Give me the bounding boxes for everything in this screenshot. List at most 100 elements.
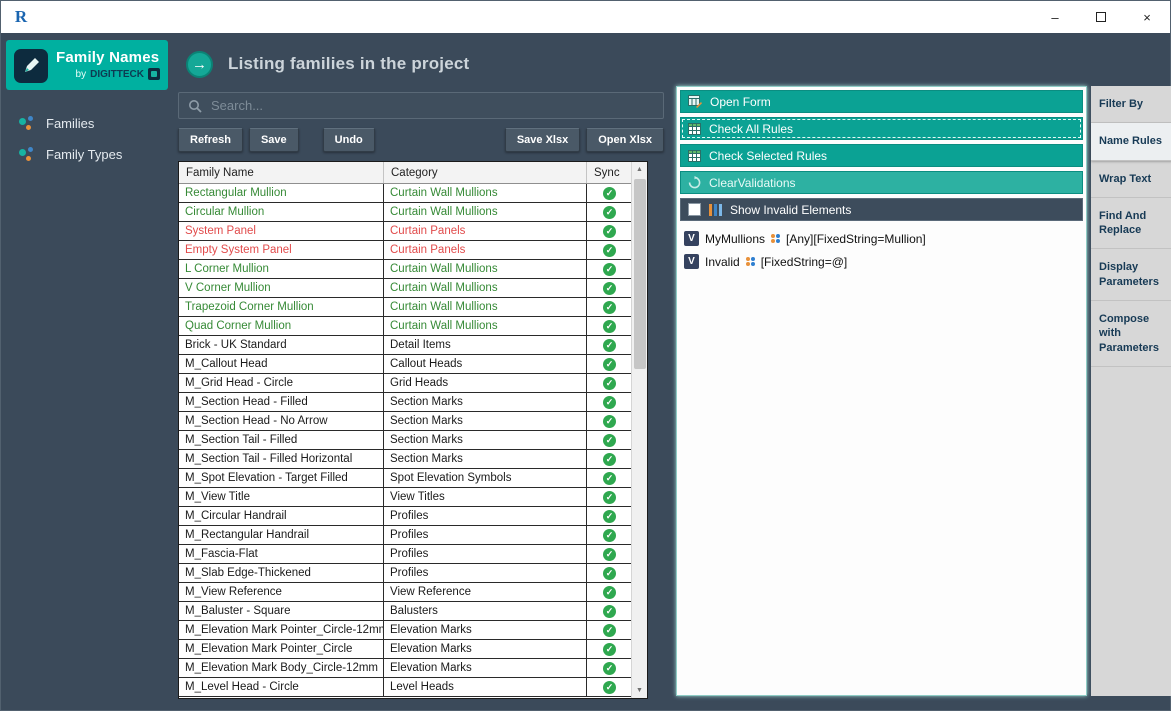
table-row[interactable]: L Corner MullionCurtain Wall Mullions✓ (179, 260, 632, 279)
rule-item[interactable]: VMyMullions[Any][FixedString=Mullion] (680, 227, 1083, 250)
tab-display-parameters[interactable]: Display Parameters (1091, 249, 1171, 301)
sync-cell: ✓ (587, 241, 632, 259)
maximize-button[interactable] (1078, 1, 1124, 33)
show-invalid-checkbox[interactable] (688, 203, 701, 216)
family-name-cell[interactable]: M_Slab Edge-Thickened (179, 564, 384, 582)
rule-item[interactable]: VInvalid[FixedString=@] (680, 250, 1083, 273)
refresh-button[interactable]: Refresh (178, 128, 243, 152)
family-name-cell[interactable]: M_Baluster - Square (179, 602, 384, 620)
table-row[interactable]: Trapezoid Corner MullionCurtain Wall Mul… (179, 298, 632, 317)
tab-name-rules[interactable]: Name Rules (1091, 123, 1171, 160)
search-input[interactable] (211, 98, 654, 113)
table-row[interactable]: M_Circular HandrailProfiles✓ (179, 507, 632, 526)
table-row[interactable]: Quad Corner MullionCurtain Wall Mullions… (179, 317, 632, 336)
family-name-cell[interactable]: M_Grid Head - Circle (179, 374, 384, 392)
table-row[interactable]: M_View ReferenceView Reference✓ (179, 583, 632, 602)
table-row[interactable]: M_Spot Elevation - Target FilledSpot Ele… (179, 469, 632, 488)
family-name-cell[interactable]: M_Elevation Mark Pointer_Circle (179, 640, 384, 658)
sync-check-icon: ✓ (603, 491, 616, 504)
family-name-cell[interactable]: Circular Mullion (179, 203, 384, 221)
sync-cell: ✓ (587, 469, 632, 487)
table-row[interactable]: M_Rectangular HandrailProfiles✓ (179, 526, 632, 545)
sidebar-item-family-types[interactable]: Family Types (6, 139, 168, 170)
table-row[interactable]: Brick - UK StandardDetail Items✓ (179, 336, 632, 355)
column-header-category[interactable]: Category (384, 162, 587, 183)
scrollbar-thumb[interactable] (634, 179, 646, 369)
family-name-cell[interactable]: Rectangular Mullion (179, 184, 384, 202)
sidebar-item-families[interactable]: Families (6, 108, 168, 139)
open-xlsx-button[interactable]: Open Xlsx (586, 128, 664, 152)
family-name-cell[interactable]: M_Level Head - Circle (179, 678, 384, 696)
page-title: Listing families in the project (228, 54, 469, 74)
clear-validations-button[interactable]: ClearValidations (680, 171, 1083, 194)
arrow-circle-icon: → (186, 51, 213, 78)
open-form-button[interactable]: Open Form (680, 90, 1083, 113)
tab-wrap-text[interactable]: Wrap Text (1091, 161, 1171, 198)
family-name-cell[interactable]: M_Section Tail - Filled (179, 431, 384, 449)
close-button[interactable]: × (1124, 1, 1170, 33)
rule-expression: [FixedString=@] (761, 255, 848, 269)
family-name-cell[interactable]: M_Elevation Mark Pointer_Circle-12mm (179, 621, 384, 639)
table-row[interactable]: M_Section Head - No ArrowSection Marks✓ (179, 412, 632, 431)
families-table: Family Name Category Sync Rectangular Mu… (178, 161, 648, 699)
save-xlsx-button[interactable]: Save Xlsx (505, 128, 580, 152)
family-name-cell[interactable]: M_Section Head - No Arrow (179, 412, 384, 430)
sync-check-icon: ✓ (603, 244, 616, 257)
table-row[interactable]: System PanelCurtain Panels✓ (179, 222, 632, 241)
family-name-cell[interactable]: M_View Title (179, 488, 384, 506)
family-name-cell[interactable]: M_Section Tail - Filled Horizontal (179, 450, 384, 468)
undo-button[interactable]: Undo (323, 128, 375, 152)
show-invalid-elements-toggle[interactable]: Show Invalid Elements (680, 198, 1083, 221)
column-header-family-name[interactable]: Family Name (179, 162, 384, 183)
family-name-cell[interactable]: M_Spot Elevation - Target Filled (179, 469, 384, 487)
family-name-cell[interactable]: Quad Corner Mullion (179, 317, 384, 335)
table-row[interactable]: M_Section Tail - FilledSection Marks✓ (179, 431, 632, 450)
tab-find-and-replace[interactable]: Find And Replace (1091, 198, 1171, 250)
sync-cell: ✓ (587, 374, 632, 392)
digitteck-logo-icon (148, 68, 160, 80)
family-name-cell[interactable]: M_Fascia-Flat (179, 545, 384, 563)
family-name-cell[interactable]: M_Circular Handrail (179, 507, 384, 525)
check-selected-rules-button[interactable]: Check Selected Rules (680, 144, 1083, 167)
family-name-cell[interactable]: Brick - UK Standard (179, 336, 384, 354)
table-row[interactable]: M_Elevation Mark Pointer_CircleElevation… (179, 640, 632, 659)
table-row[interactable]: M_Section Head - FilledSection Marks✓ (179, 393, 632, 412)
check-all-rules-button[interactable]: Check All Rules (680, 117, 1083, 140)
table-row[interactable]: M_Slab Edge-ThickenedProfiles✓ (179, 564, 632, 583)
table-row[interactable]: Circular MullionCurtain Wall Mullions✓ (179, 203, 632, 222)
family-name-cell[interactable]: M_Callout Head (179, 355, 384, 373)
table-row[interactable]: M_Fascia-FlatProfiles✓ (179, 545, 632, 564)
table-row[interactable]: Rectangular MullionCurtain Wall Mullions… (179, 184, 632, 203)
family-name-cell[interactable]: L Corner Mullion (179, 260, 384, 278)
table-row[interactable]: M_View TitleView Titles✓ (179, 488, 632, 507)
family-name-cell[interactable]: M_Rectangular Handrail (179, 526, 384, 544)
save-button[interactable]: Save (249, 128, 299, 152)
tab-filter-by[interactable]: Filter By (1091, 86, 1171, 123)
table-row[interactable]: M_Baluster - SquareBalusters✓ (179, 602, 632, 621)
rules-panel: Open Form Check All Rules (676, 86, 1087, 696)
family-name-cell[interactable]: M_Elevation Mark Body_Circle-12mm (179, 659, 384, 677)
table-row[interactable]: M_Grid Head - CircleGrid Heads✓ (179, 374, 632, 393)
column-header-sync[interactable]: Sync (587, 162, 632, 183)
table-scrollbar[interactable]: ▲ ▼ (631, 162, 647, 698)
table-row[interactable]: M_Level Head - CircleLevel Heads✓ (179, 678, 632, 697)
family-name-cell[interactable]: System Panel (179, 222, 384, 240)
table-row[interactable]: M_Elevation Mark Pointer_Circle-12mmElev… (179, 621, 632, 640)
table-row[interactable]: M_Elevation Mark Body_Circle-12mmElevati… (179, 659, 632, 678)
scroll-up-icon[interactable]: ▲ (632, 162, 648, 177)
table-row[interactable]: Empty System PanelCurtain Panels✓ (179, 241, 632, 260)
table-row[interactable]: M_Section Tail - Filled HorizontalSectio… (179, 450, 632, 469)
window-controls: – × (1032, 1, 1170, 33)
minimize-button[interactable]: – (1032, 1, 1078, 33)
family-name-cell[interactable]: M_Section Head - Filled (179, 393, 384, 411)
family-name-cell[interactable]: M_View Reference (179, 583, 384, 601)
table-row[interactable]: M_Callout HeadCallout Heads✓ (179, 355, 632, 374)
scroll-down-icon[interactable]: ▼ (632, 683, 648, 698)
tab-compose-with-parameters[interactable]: Compose with Parameters (1091, 301, 1171, 367)
family-name-cell[interactable]: Empty System Panel (179, 241, 384, 259)
family-name-cell[interactable]: V Corner Mullion (179, 279, 384, 297)
sync-check-icon: ✓ (603, 605, 616, 618)
sync-cell: ✓ (587, 184, 632, 202)
family-name-cell[interactable]: Trapezoid Corner Mullion (179, 298, 384, 316)
table-row[interactable]: V Corner MullionCurtain Wall Mullions✓ (179, 279, 632, 298)
